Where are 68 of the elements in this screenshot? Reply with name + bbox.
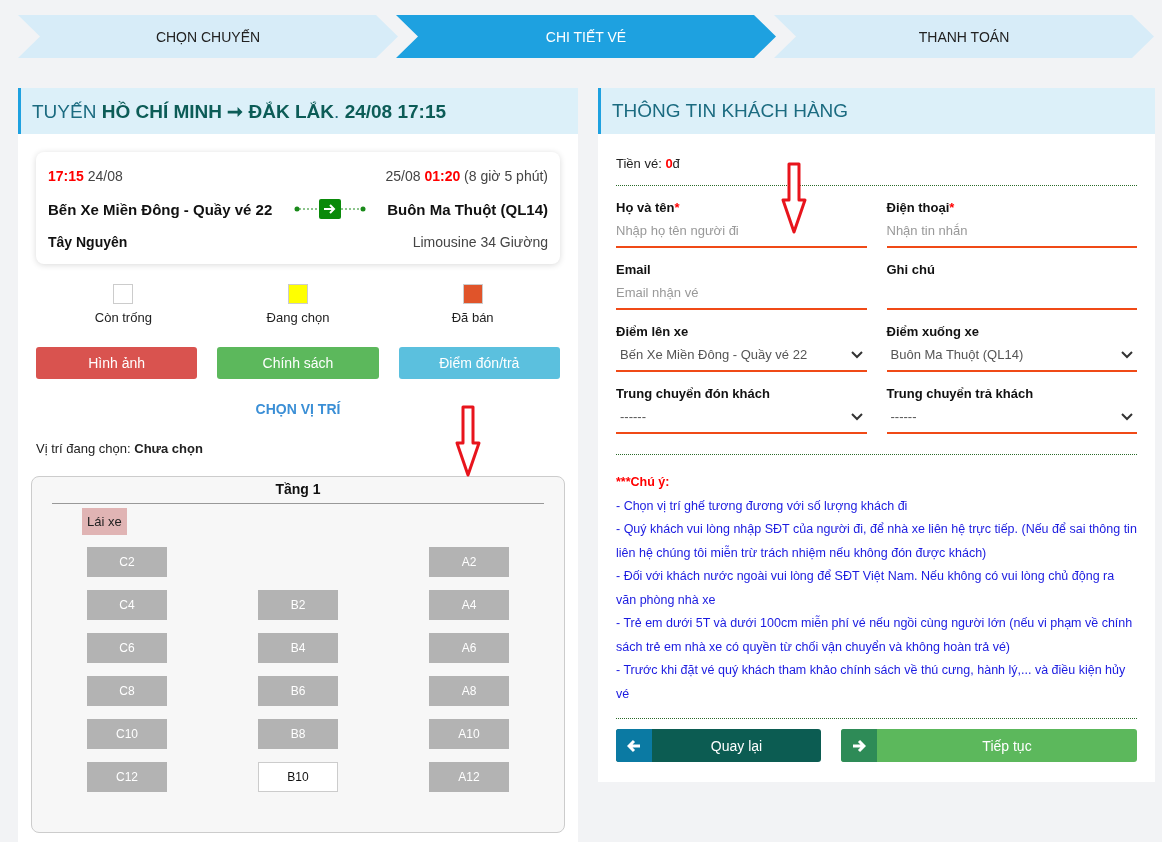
driver-seat: Lái xe bbox=[82, 508, 127, 535]
selected-seat-text: Vị trí đang chọn: Chưa chọn bbox=[36, 441, 204, 456]
operator-name: Tây Nguyên bbox=[48, 234, 128, 250]
next-button[interactable]: Tiếp tục bbox=[841, 729, 1137, 762]
legend-label: Đang chọn bbox=[266, 310, 330, 325]
seat-button[interactable]: B6 bbox=[258, 676, 338, 706]
action-button[interactable]: Hình ảnh bbox=[36, 347, 198, 379]
input-field[interactable]: Nhận tin nhắn bbox=[886, 215, 1137, 248]
down-arrow-icon bbox=[781, 162, 807, 234]
action-button[interactable]: Chính sách bbox=[217, 347, 379, 379]
action-button[interactable]: Điểm đón/trả bbox=[398, 347, 560, 379]
seat-button[interactable]: C4 bbox=[87, 590, 167, 620]
route-arrow-icon bbox=[293, 198, 366, 220]
seat-button[interactable]: B8 bbox=[258, 719, 338, 749]
arrow-right-icon bbox=[852, 738, 866, 753]
dropdown[interactable]: Bến Xe Miền Đông - Quầy vé 22 bbox=[616, 339, 867, 372]
notice-text: - Quý khách vui lòng nhập SĐT của người đi, để nhà xe liên hệ trực tiếp. (Nếu để sai thông tin liên hệ chúng tôi miễn trừ trách nhiệm nếu không đón được khách) bbox=[616, 521, 1137, 562]
field-label: Điểm xuống xe bbox=[886, 324, 980, 339]
step-tab[interactable]: CHỌN CHUYẾN bbox=[18, 15, 398, 58]
notice-text: - Đối với khách nước ngoài vui lòng để SĐT Việt Nam. Nếu không có vui lòng chủ động ra văn phòng nhà xe bbox=[616, 568, 1116, 609]
seat-button[interactable]: B10 bbox=[258, 762, 338, 792]
notice-text: - Trước khi đặt vé quý khách tham khảo chính sách về thú cưng, hành lý,... và điều kiện hủy vé bbox=[616, 662, 1127, 703]
seat-button[interactable]: B2 bbox=[258, 590, 338, 620]
chevron-down-icon bbox=[850, 412, 863, 421]
seat-button[interactable]: C2 bbox=[87, 547, 167, 577]
step-tab[interactable]: CHI TIẾT VÉ bbox=[396, 15, 776, 58]
chevron-down-icon bbox=[850, 350, 863, 359]
notice-text: - Trẻ em dưới 5T và dưới 100cm miễn phí vé nếu ngồi cùng người lớn (nếu vi phạm về chính sách trẻ em nhà xe có quyền từ chối vận chuyển và không hoàn trả vé) bbox=[616, 614, 1134, 656]
input-field[interactable]: Email nhận vé bbox=[616, 277, 867, 310]
field-label: Trung chuyển đón khách bbox=[616, 386, 771, 401]
seat-button[interactable]: A6 bbox=[429, 633, 509, 663]
notice-title: ***Chú ý: bbox=[616, 474, 671, 491]
arrow-left-icon bbox=[627, 738, 641, 753]
field-label: Điện thoại* bbox=[886, 200, 956, 215]
seat-button[interactable]: A4 bbox=[429, 590, 509, 620]
seat-button[interactable]: C12 bbox=[87, 762, 167, 792]
deck-title: Tầng 1 bbox=[52, 481, 544, 504]
seat-button[interactable]: A2 bbox=[429, 547, 509, 577]
dropdown[interactable]: ------ bbox=[886, 401, 1137, 434]
field-label: Ghi chú bbox=[886, 262, 936, 277]
vehicle-type: Limousine 34 Giường bbox=[412, 234, 548, 250]
destination-station: Buôn Ma Thuột (QL14) bbox=[387, 200, 548, 218]
origin-station: Bến Xe Miền Đông - Quầy vé 22 bbox=[48, 200, 273, 218]
field-label: Họ và tên* bbox=[616, 200, 681, 215]
seat-button[interactable]: A8 bbox=[429, 676, 509, 706]
step-tab[interactable]: THANH TOÁN bbox=[774, 15, 1154, 58]
legend-label: Còn trống bbox=[94, 310, 152, 325]
seat-button[interactable]: A12 bbox=[429, 762, 509, 792]
dropdown[interactable]: Buôn Ma Thuột (QL14) bbox=[886, 339, 1137, 372]
chevron-down-icon bbox=[1121, 412, 1133, 421]
seat-button[interactable]: C8 bbox=[87, 676, 167, 706]
arrival-time: 25/08 01:20 (8 giờ 5 phút) bbox=[385, 168, 548, 184]
back-button[interactable]: Quay lại bbox=[616, 729, 821, 762]
seat-button[interactable]: C10 bbox=[87, 719, 167, 749]
field-label: Trung chuyển trả khách bbox=[886, 386, 1035, 401]
panel-title: THÔNG TIN KHÁCH HÀNG bbox=[612, 100, 849, 122]
departure-time: 17:15 24/08 bbox=[48, 168, 123, 184]
section-heading: CHỌN VỊ TRÍ bbox=[254, 401, 342, 417]
seat-button[interactable]: A10 bbox=[429, 719, 509, 749]
field-label: Điểm lên xe bbox=[616, 324, 690, 339]
panel-title: TUYẾN HỒ CHÍ MINH ➞ ĐẮK LẮK. 24/08 17:15 bbox=[32, 99, 447, 123]
notice-text: - Chọn vị trí ghế tương đương với số lượng khách đi bbox=[616, 497, 909, 515]
legend-label: Đã bán bbox=[451, 310, 494, 325]
seat-button[interactable]: C6 bbox=[87, 633, 167, 663]
chevron-down-icon bbox=[1121, 350, 1133, 359]
seat-button[interactable]: B4 bbox=[258, 633, 338, 663]
dropdown[interactable]: ------ bbox=[616, 401, 867, 434]
field-label: Email bbox=[616, 262, 652, 277]
